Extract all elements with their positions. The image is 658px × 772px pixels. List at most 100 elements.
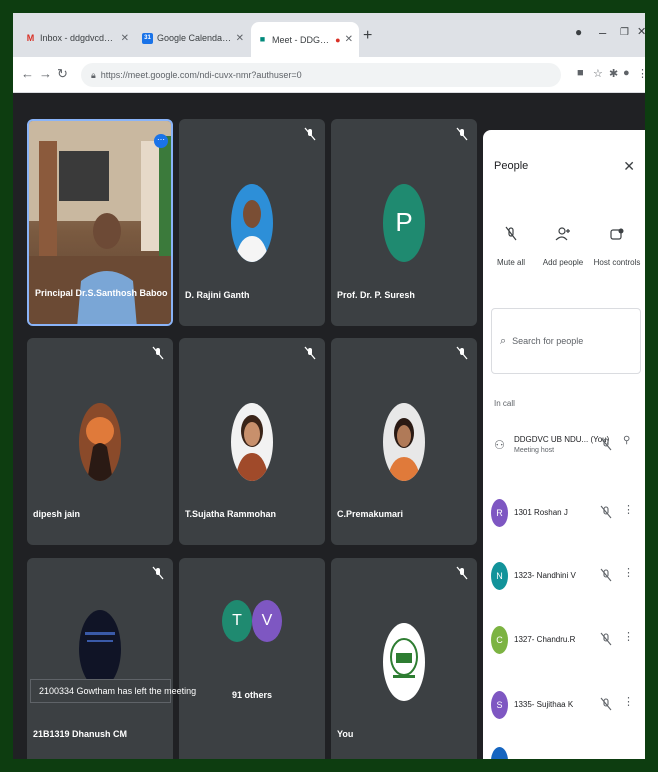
- mic-off-icon[interactable]: [600, 437, 612, 451]
- pin-icon[interactable]: ⚲: [623, 435, 630, 446]
- address-bar[interactable]: 🔒︎ https://meet.google.com/ndi-cuvx-nmr?…: [81, 63, 561, 87]
- avatar: [79, 402, 121, 481]
- participant-tile[interactable]: P Prof. Dr. P. Suresh: [331, 119, 477, 326]
- host-controls-button[interactable]: Host controls: [589, 226, 645, 267]
- close-icon[interactable]: ✕: [623, 158, 635, 175]
- gmail-icon: M: [26, 32, 35, 43]
- participant-row[interactable]: R 1301 Roshan J ⋮: [483, 494, 645, 534]
- address-text: https://meet.google.com/ndi-cuvx-nmr?aut…: [100, 70, 302, 80]
- calendar-icon: 31: [142, 32, 153, 44]
- mic-off-icon: [456, 346, 468, 360]
- search-input[interactable]: [512, 336, 623, 346]
- search-box[interactable]: ⌕: [491, 308, 641, 374]
- avatar: P: [383, 183, 425, 262]
- avatar: R: [491, 499, 508, 527]
- logo-emblem: [390, 637, 418, 678]
- mic-off-icon[interactable]: [600, 697, 612, 711]
- menu-icon[interactable]: ⋮: [637, 67, 645, 80]
- restore-icon[interactable]: ❐: [620, 27, 629, 38]
- tab-title: Meet - DDGDVC NDU CUVI: [272, 34, 333, 45]
- close-icon[interactable]: ✕: [345, 34, 353, 45]
- search-icon: ⌕: [500, 334, 507, 347]
- participant-name: 1323- Nandhini V: [514, 571, 576, 580]
- meet-icon: ■: [259, 34, 266, 44]
- person-photo: [85, 632, 115, 643]
- mic-off-icon: [304, 127, 316, 141]
- others-count: 91 others: [231, 690, 273, 700]
- avatar: [491, 747, 508, 759]
- host-row[interactable]: ⚇ DDGDVC UB NDU... (You) Meeting host ⚲: [483, 426, 645, 466]
- mic-off-icon[interactable]: [600, 632, 612, 646]
- participant-tile[interactable]: dipesh jain: [27, 338, 173, 545]
- participant-name: Prof. Dr. P. Suresh: [337, 290, 415, 300]
- tab-gmail[interactable]: M Inbox - ddgdvcdecfedcd@gmail ✕: [19, 24, 135, 52]
- people-panel: People ✕ Mute all Add people Host contro…: [483, 130, 645, 759]
- mic-off-icon: [456, 566, 468, 580]
- panel-title: People: [494, 160, 529, 172]
- participant-name: 1327- Chandru.R: [514, 635, 576, 644]
- add-people-button[interactable]: Add people: [535, 226, 591, 267]
- minimize-icon[interactable]: –: [599, 25, 606, 40]
- participant-name: dipesh jain: [33, 509, 81, 519]
- person-photo: [86, 416, 114, 481]
- close-icon[interactable]: ✕: [121, 33, 129, 44]
- participant-name: 21B1319 Dhanush CM: [33, 729, 128, 739]
- browser-toolbar: ← → ↻ 🔒︎ https://meet.google.com/ndi-cuv…: [13, 57, 645, 93]
- participant-tile[interactable]: ⋯ Principal Dr.S.Santhosh Baboo: [27, 119, 173, 326]
- mic-off-icon: [483, 226, 539, 244]
- mute-all-button[interactable]: Mute all: [483, 226, 539, 267]
- more-options-icon[interactable]: ⋮: [623, 630, 634, 643]
- avatar-initial: P: [395, 207, 413, 237]
- participant-row[interactable]: S 1335- Sujithaa K ⋮: [483, 686, 645, 726]
- notification-toast: 2100334 Gowtham has left the meeting: [30, 679, 196, 703]
- self-tile[interactable]: You: [331, 558, 477, 759]
- action-label: Mute all: [496, 258, 525, 267]
- account-icon[interactable]: ●: [575, 25, 582, 39]
- more-options-icon[interactable]: ⋯: [154, 134, 168, 148]
- camera-indicator-icon[interactable]: ■: [577, 67, 584, 79]
- tab-calendar[interactable]: 31 Google Calendar - Week of Nov ✕: [136, 24, 250, 52]
- avatar: [383, 402, 425, 481]
- participant-row[interactable]: N 1323- Nandhini V ⋮: [483, 557, 645, 597]
- new-tab-button[interactable]: +: [363, 27, 372, 45]
- host-role: Meeting host: [514, 447, 555, 454]
- avatar-initial: V: [252, 600, 282, 642]
- meet-area: ⋯ Principal Dr.S.Santhosh Baboo D. Rajin…: [13, 93, 645, 759]
- close-icon[interactable]: ✕: [236, 33, 244, 44]
- avatar: [231, 183, 273, 262]
- others-tile[interactable]: T V 91 others: [179, 558, 325, 759]
- avatar: S: [491, 691, 508, 719]
- mic-off-icon: [304, 346, 316, 360]
- avatar: N: [491, 562, 508, 590]
- participant-tile[interactable]: T.Sujatha Rammohan: [179, 338, 325, 545]
- reload-icon[interactable]: ↻: [57, 66, 68, 82]
- participant-name: Principal Dr.S.Santhosh Baboo: [35, 288, 168, 298]
- extensions-icon[interactable]: ✱: [609, 67, 618, 80]
- recording-icon: ●: [335, 34, 341, 45]
- more-options-icon[interactable]: ⋮: [623, 566, 634, 579]
- section-label: In call: [494, 399, 515, 408]
- star-icon[interactable]: ☆: [593, 67, 603, 80]
- tab-meet[interactable]: ■ Meet - DDGDVC NDU CUVI ● ✕: [251, 22, 359, 57]
- close-window-icon[interactable]: ✕: [637, 25, 645, 38]
- more-options-icon[interactable]: ⋮: [623, 695, 634, 708]
- participant-tile[interactable]: D. Rajini Ganth: [179, 119, 325, 326]
- participant-tile[interactable]: 21B1319 Dhanush CM: [27, 558, 173, 759]
- back-icon[interactable]: ←: [21, 66, 34, 81]
- person-icon: ⚇: [491, 431, 508, 459]
- profile-icon[interactable]: ●: [623, 67, 630, 79]
- avatar: C: [491, 626, 508, 654]
- participant-row[interactable]: C 1327- Chandru.R ⋮: [483, 621, 645, 661]
- screen: M Inbox - ddgdvcdecfedcd@gmail ✕ 31 Goog…: [13, 13, 645, 759]
- mic-off-icon[interactable]: [600, 568, 612, 582]
- participant-tile[interactable]: C.Premakumari: [331, 338, 477, 545]
- more-options-icon[interactable]: ⋮: [623, 503, 634, 516]
- tab-strip: M Inbox - ddgdvcdecfedcd@gmail ✕ 31 Goog…: [13, 13, 645, 57]
- person-photo: [235, 199, 269, 262]
- mic-off-icon[interactable]: [600, 505, 612, 519]
- forward-icon[interactable]: →: [39, 66, 52, 81]
- participant-row-partial[interactable]: [483, 742, 645, 759]
- person-photo: [387, 417, 421, 481]
- participant-name: D. Rajini Ganth: [185, 290, 250, 300]
- lock-icon: 🔒︎: [91, 69, 96, 80]
